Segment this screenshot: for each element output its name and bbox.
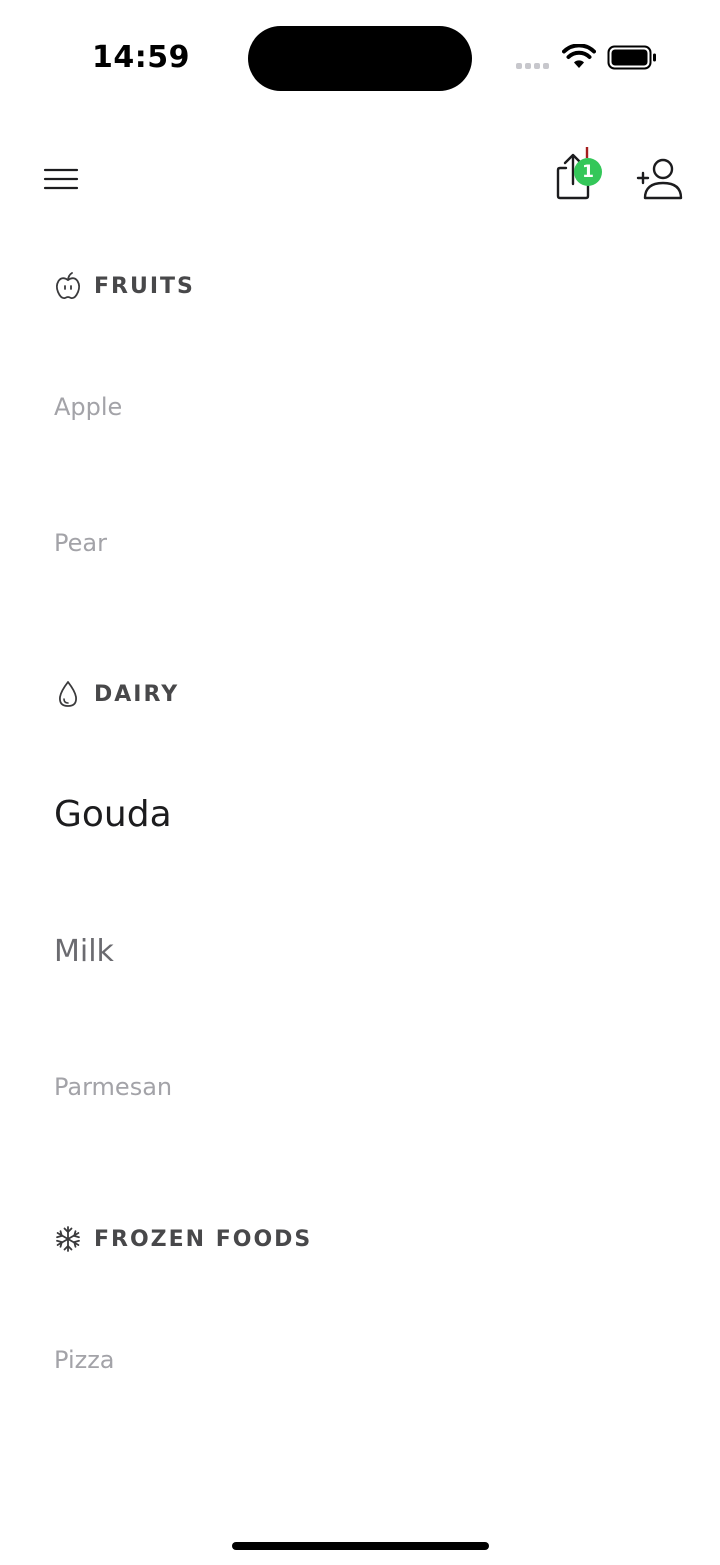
home-indicator[interactable] bbox=[232, 1542, 489, 1550]
dynamic-island bbox=[248, 26, 472, 91]
list-item-gouda[interactable]: Gouda bbox=[54, 794, 172, 835]
section-header-fruits: FRUITS bbox=[54, 271, 195, 301]
section-title: DAIRY bbox=[94, 681, 180, 707]
drop-icon bbox=[54, 679, 82, 709]
share-count-badge: 1 bbox=[574, 158, 602, 186]
cellular-signal-icon bbox=[516, 63, 549, 69]
section-header-frozen-foods: FROZEN FOODS bbox=[54, 1224, 312, 1254]
battery-icon bbox=[607, 45, 656, 70]
add-user-button[interactable] bbox=[636, 156, 684, 202]
list-item-apple[interactable]: Apple bbox=[54, 393, 122, 421]
list-item-pizza[interactable]: Pizza bbox=[54, 1346, 115, 1374]
list-item-milk[interactable]: Milk bbox=[54, 934, 114, 969]
status-bar: 14:59 bbox=[0, 0, 720, 110]
wifi-icon bbox=[562, 44, 596, 68]
list-item-pear[interactable]: Pear bbox=[54, 529, 107, 557]
apple-icon bbox=[54, 271, 82, 301]
section-header-dairy: DAIRY bbox=[54, 679, 179, 709]
snowflake-icon bbox=[54, 1224, 82, 1254]
list-item-parmesan[interactable]: Parmesan bbox=[54, 1073, 172, 1101]
hamburger-menu-icon[interactable] bbox=[43, 164, 79, 194]
status-time: 14:59 bbox=[92, 40, 190, 75]
section-title: FROZEN FOODS bbox=[94, 1226, 313, 1252]
section-title: FRUITS bbox=[94, 273, 195, 299]
